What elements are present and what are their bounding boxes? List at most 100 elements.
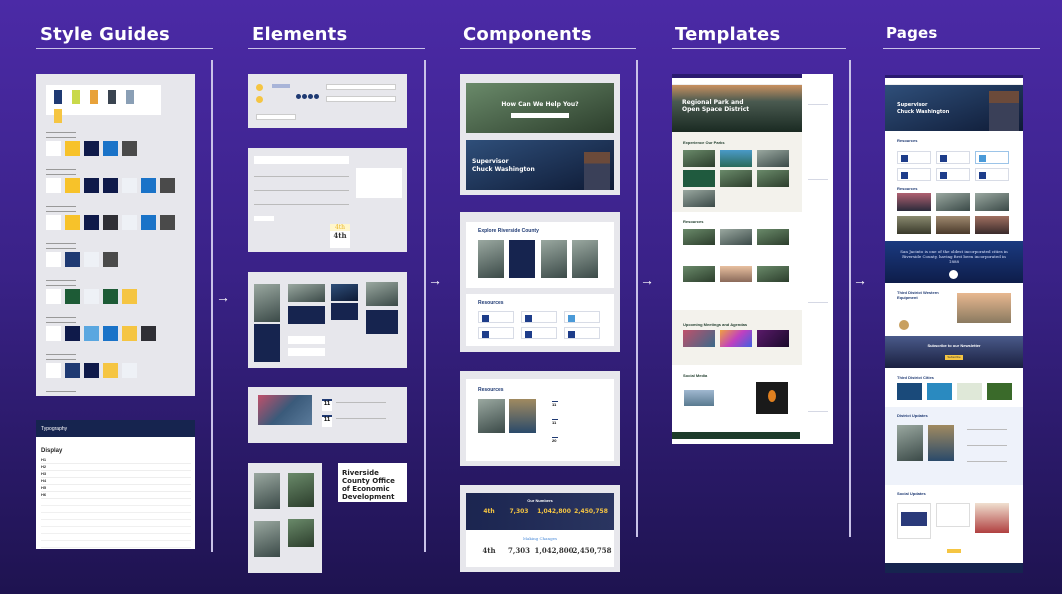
card-image (288, 519, 314, 547)
theme-label (46, 206, 76, 212)
theme-swatch (103, 289, 118, 304)
typography-title: Typography (41, 426, 68, 432)
theme-label (46, 243, 76, 249)
card-components-board[interactable]: Explore Riverside County Resources (460, 212, 620, 352)
column-heading-elements: Elements (252, 24, 348, 45)
column-heading-templates: Templates (675, 24, 781, 45)
theme-swatch (84, 252, 99, 267)
heading-card[interactable]: Riverside County Office of Economic Deve… (338, 463, 407, 502)
newsletter-band: Subscribe to our Newsletter Subscribe (885, 336, 1023, 368)
section-heading: Social Media (683, 373, 708, 378)
date-badge: 11 (322, 399, 332, 411)
portrait (584, 152, 610, 190)
theme-swatch (46, 289, 61, 304)
section-heading: District Updates (897, 413, 928, 418)
theme-row (46, 280, 191, 309)
city-tile[interactable] (957, 383, 982, 400)
more-button[interactable] (947, 549, 961, 553)
resources-section: Resources (466, 294, 614, 346)
arrow-right-icon: → (853, 272, 867, 288)
typography-style-guide[interactable]: Typography Display H1 H2 H3 H4 H5 H6 (36, 420, 195, 549)
page-hero: Supervisor Chuck Washington (885, 85, 1023, 131)
quote-avatar (949, 270, 958, 279)
theme-label (46, 280, 76, 286)
city-tile[interactable] (897, 383, 922, 400)
hero-line: Supervisor (897, 102, 928, 108)
hero-components-board[interactable]: How Can We Help You? Supervisor Chuck Wa… (460, 74, 620, 195)
arrow-right-icon: → (640, 272, 654, 288)
palette-swatch (126, 90, 134, 104)
portrait (989, 91, 1019, 131)
palette-swatch (108, 90, 116, 104)
palette-swatch (72, 90, 80, 104)
stat-value: 7,303 (509, 508, 529, 515)
type-row (41, 520, 191, 527)
card-title: Riverside County Office of Economic Deve… (342, 469, 395, 501)
city-tile[interactable] (927, 383, 952, 400)
theme-swatch (122, 141, 137, 156)
news-section: Resources 11 11 20 (466, 379, 614, 461)
theme-swatch (84, 363, 99, 378)
district-page[interactable]: Supervisor Chuck Washington Resources Re… (885, 75, 1023, 573)
flow-line (849, 60, 851, 537)
color-style-guide[interactable] (36, 74, 195, 396)
theme-swatch (103, 141, 118, 156)
tabs-sample (254, 156, 349, 164)
type-row (41, 527, 191, 534)
theme-swatch (122, 363, 137, 378)
arrow-right-icon: → (428, 272, 442, 288)
stat-value: 2,450,758 (572, 546, 612, 555)
parks-template[interactable]: Regional Park and Open Space District Ex… (672, 74, 833, 444)
theme-swatch (46, 363, 61, 378)
theme-swatch (46, 178, 61, 193)
section-heading: Resources (683, 219, 704, 224)
theme-swatch (103, 215, 118, 230)
typography-header: Typography (36, 420, 195, 437)
theme-swatch (65, 289, 80, 304)
hero-heading: How Can We Help You? (501, 101, 579, 108)
section-heading: Our Numbers (527, 498, 553, 503)
date-badge: 11 (552, 401, 558, 407)
card-image (254, 473, 280, 509)
button-sample (272, 84, 290, 88)
section-heading: Third District Western Equipment (897, 290, 939, 300)
input-sample (326, 84, 396, 90)
numbers-components-board[interactable]: Our Numbers 4th 7,303 1,042,800 2,450,75… (460, 485, 620, 572)
flow-line (636, 60, 638, 537)
city-tile[interactable] (987, 383, 1012, 400)
news-components-board[interactable]: Resources 11 11 20 (460, 371, 620, 466)
theme-swatch (84, 178, 99, 193)
quote-band: San Jacinto is one of the oldest incorpo… (885, 241, 1023, 283)
form-elements-board[interactable] (248, 74, 407, 128)
template-nav (672, 78, 802, 85)
content-elements-board[interactable]: 4th 4th (248, 148, 407, 252)
theme-swatch (160, 178, 175, 193)
subscribe-button[interactable]: Subscribe (945, 355, 963, 360)
event-elements-board[interactable]: 11 11 (248, 387, 407, 443)
image-card-board[interactable] (248, 463, 322, 573)
pagination-dots (296, 86, 320, 99)
search-input[interactable] (511, 113, 569, 118)
card-sample (331, 303, 358, 320)
theme-row (46, 354, 191, 383)
card-image (288, 284, 325, 302)
input-sample (254, 216, 274, 221)
card-sample (366, 310, 398, 334)
link-tile (288, 348, 325, 356)
card-image (366, 282, 398, 306)
theme-swatch (46, 215, 61, 230)
supervisor-hero: Supervisor Chuck Washington (466, 140, 614, 190)
type-row (41, 541, 191, 548)
making-changes-section: Making Changes 4th 7,303 1,042,800 2,450… (466, 530, 614, 567)
section-heading: Resources (478, 387, 504, 393)
tag-sample (256, 114, 296, 120)
type-row (41, 534, 191, 541)
newsletter-heading: Subscribe to our Newsletter (927, 343, 981, 348)
theme-swatch (122, 289, 137, 304)
theme-swatch (103, 252, 118, 267)
theme-swatch (103, 178, 118, 193)
card-elements-board[interactable] (248, 272, 407, 368)
theme-swatch (103, 326, 118, 341)
palette-swatch (90, 90, 98, 104)
theme-swatch (65, 363, 80, 378)
